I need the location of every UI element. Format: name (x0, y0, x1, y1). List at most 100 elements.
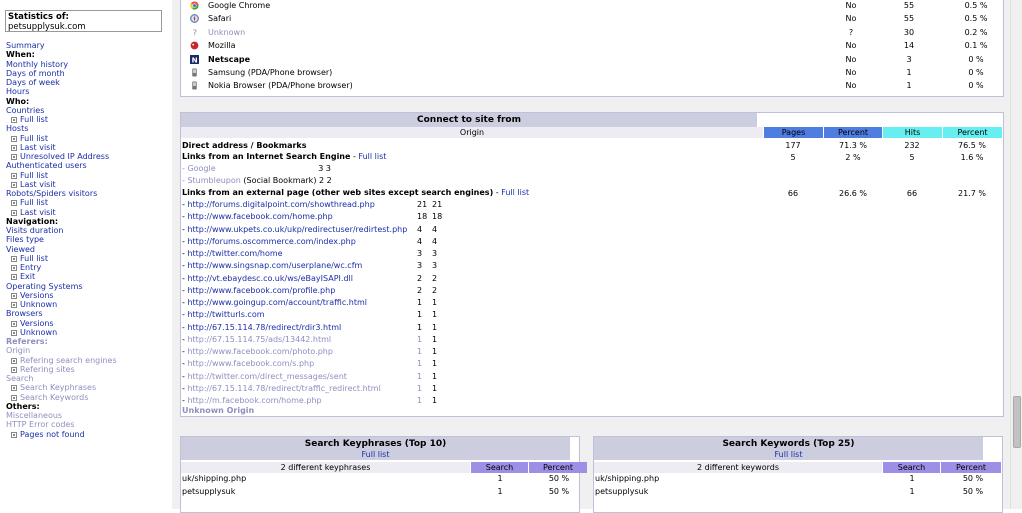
nav-row: Full list (6, 254, 171, 263)
keywords-percent: 50 % (962, 474, 984, 483)
nav-menu: Summary When: Monthly history Days of month… (6, 41, 171, 439)
referer-site-link[interactable]: http://www.facebook.com/profile.php (187, 286, 335, 295)
nav-item-refering-sites[interactable]: Refering sites (20, 365, 75, 374)
nav-row: Unknown (6, 328, 171, 337)
nav-item-monthly-history[interactable]: Monthly history (6, 60, 68, 69)
engine-name[interactable]: Stumbleupon (187, 176, 240, 185)
site-pages: 1 (417, 371, 423, 381)
referer-site-link[interactable]: http://www.facebook.com/s.php (187, 359, 314, 368)
nav-row: Versions (6, 291, 171, 300)
browser-row: Safari No 55 0.5 % (181, 12, 1001, 25)
nav-item-full-list[interactable]: Full list (20, 198, 48, 207)
site-pages: 1 (417, 298, 423, 307)
referer-site-link[interactable]: http://www.facebook.com/photo.php (187, 347, 333, 356)
nav-item-countries[interactable]: Countries (6, 106, 44, 115)
nav-item-full-list[interactable]: Full list (20, 171, 48, 180)
nav-item-refering-search-engines[interactable]: Refering search engines (20, 356, 117, 365)
referer-site-link[interactable]: http://twitturls.com (187, 310, 264, 319)
nav-item-versions[interactable]: Versions (20, 319, 54, 328)
nav-item-last-visit[interactable]: Last visit (20, 208, 56, 217)
referer-site-link[interactable]: http://twitter.com/direct_messages/sent (187, 372, 346, 381)
referer-site-link[interactable]: http://vt.ebaydesc.co.uk/ws/eBayISAPI.dl… (187, 274, 353, 283)
browser-hits: 55 (903, 14, 915, 24)
expand-box-icon (11, 385, 17, 392)
unknown-origin-label: Unknown Origin (182, 406, 255, 415)
keyphrases-percent: 50 % (548, 474, 570, 483)
nav-item-origin[interactable]: Origin (6, 346, 30, 355)
referer-site-link[interactable]: http://forums.digitalpoint.com/showthrea… (187, 200, 374, 209)
engine-name[interactable]: Google (187, 164, 215, 173)
nav-item-days-of-month[interactable]: Days of month (6, 69, 65, 78)
nav-row: Unresolved IP Address (6, 152, 171, 161)
nav-row: Refering search engines (6, 356, 171, 365)
nav-item-full-list[interactable]: Full list (20, 254, 48, 263)
site-pages: 1 (417, 359, 423, 369)
site-hits: 2 (432, 285, 438, 295)
statistics-of-label: Statistics of: (8, 12, 69, 22)
referer-site-link[interactable]: http://67.15.114.78/redirect/rdir3.html (187, 323, 341, 332)
nav-item-files-type[interactable]: Files type (6, 235, 44, 244)
nav-item-hours[interactable]: Hours (6, 87, 29, 96)
nav-row: Countries (6, 106, 171, 115)
nav-item-last-visit[interactable]: Last visit (20, 180, 56, 189)
referer-site-link[interactable]: http://www.singsnap.com/userplane/wc.cfm (187, 261, 362, 270)
referer-site-link[interactable]: http://www.facebook.com/home.php (187, 212, 332, 221)
site-pages: 21 (417, 200, 428, 209)
nav-item-hosts[interactable]: Hosts (6, 124, 28, 133)
nav-item-unknown[interactable]: Unknown (20, 300, 57, 309)
nav-item-search[interactable]: Search (6, 374, 33, 383)
referer-site-link[interactable]: http://m.facebook.com/home.php (187, 396, 321, 405)
referer-site-link[interactable]: http://67.15.114.75/ads/13442.html (187, 335, 331, 344)
nav-item-exit[interactable]: Exit (20, 272, 35, 281)
nav-item-operating-systems[interactable]: Operating Systems (6, 282, 83, 291)
nav-item-miscellaneous[interactable]: Miscellaneous (6, 411, 62, 420)
browser-grabber: No (845, 68, 857, 77)
nav-item-unresolved-ip-address[interactable]: Unresolved IP Address (20, 152, 109, 161)
nav-item-referers: Referers: (6, 337, 48, 346)
referer-site-row: - http://www.facebook.com/home.php 18 18 (182, 211, 452, 223)
nav-row: When: (6, 50, 171, 59)
referer-site-link[interactable]: http://67.15.114.78/redirect/traffic_red… (187, 384, 380, 393)
nav-item-versions[interactable]: Versions (20, 291, 54, 300)
nav-row: Authenticated users (6, 161, 171, 170)
keywords-row: uk/shipping.php 1 50 % (595, 473, 995, 485)
search-engine-full-list-link[interactable]: Full list (358, 152, 386, 161)
nav-item-days-of-week[interactable]: Days of week (6, 78, 60, 87)
site-hits: 4 (432, 224, 438, 234)
nav-item-full-list[interactable]: Full list (20, 134, 48, 143)
connect-title: Connect to site from (181, 113, 757, 127)
referer-site-link[interactable]: http://www.ukpets.co.uk/ukp/redirectuser… (187, 225, 407, 234)
nav-item-authenticated-users[interactable]: Authenticated users (6, 161, 87, 170)
nav-item-summary[interactable]: Summary (6, 41, 45, 50)
keyphrases-full-list-link[interactable]: Full list (362, 450, 390, 459)
keywords-full-list-link[interactable]: Full list (775, 450, 803, 459)
referer-site-link[interactable]: http://www.goingup.com/account/traffic.h… (187, 298, 367, 307)
nav-item-http-error-codes[interactable]: HTTP Error codes (6, 420, 75, 429)
browser-percent: 0.2 % (964, 27, 988, 37)
site-pages: 1 (417, 396, 423, 405)
browser-name: Unknown (208, 27, 246, 37)
site-hits: 3 (432, 249, 438, 258)
nav-item-search-keyphrases[interactable]: Search Keyphrases (20, 383, 96, 392)
referer-site-link[interactable]: http://twitter.com/home (187, 249, 282, 258)
nav-item-full-list[interactable]: Full list (20, 115, 48, 124)
external-page-label: Links from an external page (other web s… (182, 188, 494, 197)
expand-box-icon (11, 135, 17, 142)
keyphrases-row: petsupplysuk 1 50 % (182, 486, 582, 498)
vertical-scrollbar[interactable] (1010, 0, 1022, 509)
nav-item-robots-spiders-visitors[interactable]: Robots/Spiders visitors (6, 189, 97, 198)
browser-row: Mozilla No 14 0.1 % (181, 39, 1001, 52)
nav-item-visits-duration[interactable]: Visits duration (6, 226, 63, 235)
browser-grabber: No (845, 81, 857, 91)
nav-item-viewed[interactable]: Viewed (6, 245, 35, 254)
nav-item-browsers[interactable]: Browsers (6, 309, 43, 318)
scrollbar-thumb[interactable] (1013, 396, 1021, 448)
referer-site-link[interactable]: http://forums.oscommerce.com/index.php (187, 237, 355, 246)
nav-item-unknown[interactable]: Unknown (20, 328, 57, 337)
external-full-list-link[interactable]: Full list (501, 188, 529, 197)
nav-item-pages-not-found[interactable]: Pages not found (20, 430, 85, 439)
nav-item-search-keywords[interactable]: Search Keywords (20, 393, 88, 402)
nav-item-last-visit[interactable]: Last visit (20, 143, 56, 152)
nav-row: Days of month (6, 69, 171, 78)
nav-item-entry[interactable]: Entry (20, 263, 41, 272)
